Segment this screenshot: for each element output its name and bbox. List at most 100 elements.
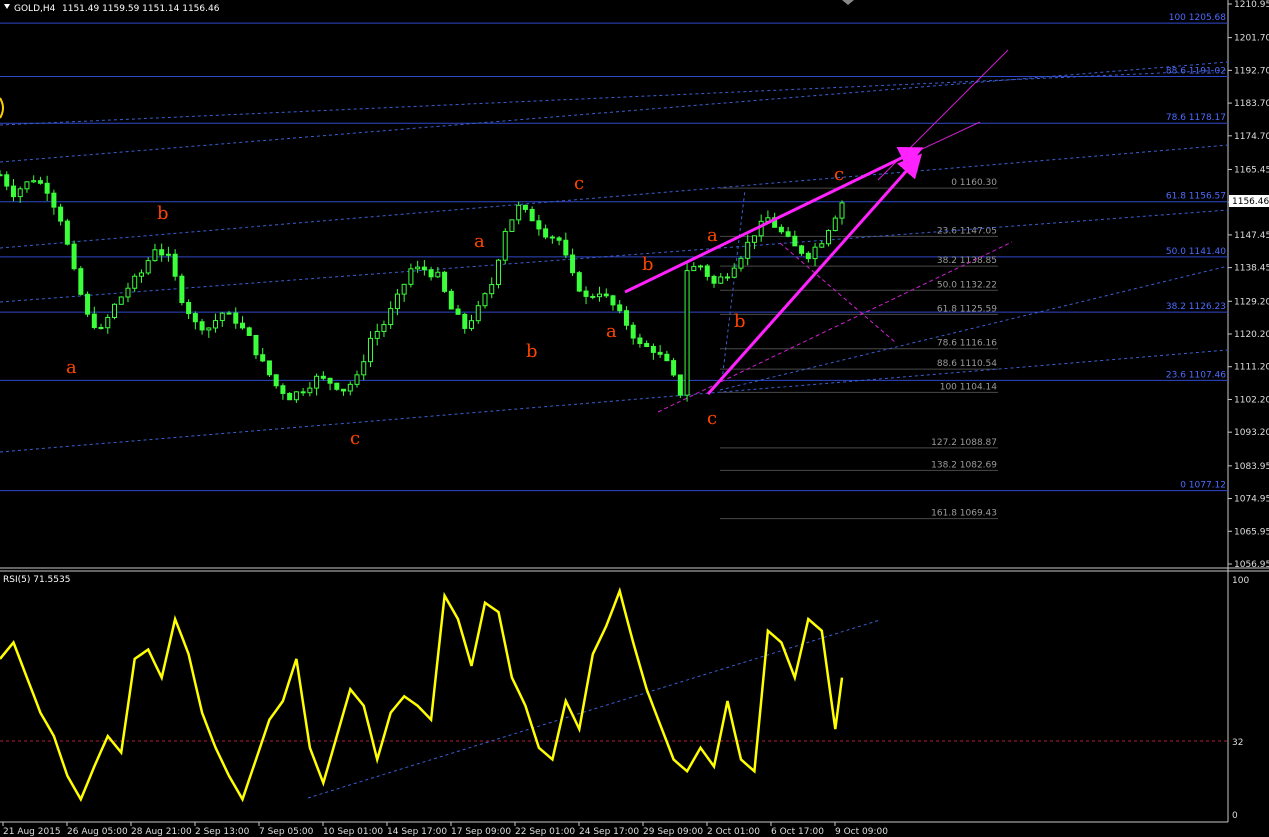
candle-body [98, 326, 104, 329]
candle-body [219, 312, 225, 322]
fib-expansion-label: 50.0 1132.22 [937, 280, 997, 290]
candle-body [199, 321, 205, 331]
rsi-tick-100: 100 [1232, 576, 1249, 586]
wave-label: a [606, 321, 617, 342]
candle-body [826, 230, 832, 245]
fib-level-label: 0 1077.12 [1180, 481, 1226, 491]
candle-body [239, 322, 245, 329]
candle-body [657, 351, 663, 355]
rsi-tick-0: 0 [1232, 811, 1238, 821]
candle-body [758, 220, 764, 237]
candle-body [112, 303, 118, 318]
candle-body [4, 174, 10, 187]
price-tick-label: 1201.70 [1234, 34, 1269, 44]
candle-body [489, 284, 495, 295]
candle-body [44, 182, 50, 194]
fib-level-label: 78.6 1178.17 [1166, 113, 1226, 123]
candle-body [610, 295, 616, 306]
fib-level-label: 38.2 1126.23 [1166, 302, 1226, 312]
candle-body [799, 245, 805, 254]
candle-body [543, 228, 549, 238]
candle-body [105, 316, 111, 329]
candle-body [671, 360, 677, 376]
candle-body [805, 252, 811, 260]
candle-body [812, 246, 818, 260]
price-tick-label: 1192.70 [1234, 66, 1269, 76]
current-price-label: 1156.46 [1232, 197, 1269, 207]
ohlc-values: 1151.49 1159.59 1151.14 1156.46 [62, 4, 220, 14]
candle-body [630, 324, 636, 339]
candle-body [603, 293, 609, 297]
candle-body [118, 296, 124, 305]
candle-body [172, 253, 178, 277]
price-tick-label: 1174.70 [1234, 132, 1269, 142]
candle-body [78, 268, 84, 295]
price-tick-label: 1165.45 [1234, 165, 1269, 175]
rsi-title: RSI(5) 71.5535 [3, 575, 70, 585]
wave-label: b [642, 254, 654, 275]
candle-body [280, 385, 286, 394]
candle-body [374, 330, 380, 339]
price-tick-label: 1065.95 [1234, 527, 1269, 537]
candle-body [381, 324, 387, 332]
candle-body [293, 391, 299, 401]
candle-body [37, 180, 43, 184]
wave-label: b [526, 341, 538, 362]
time-tick-label: 26 Aug 05:00 [67, 827, 128, 837]
rsi-tick-32: 32 [1232, 738, 1243, 748]
wave-label: a [66, 357, 77, 378]
candle-body [273, 374, 279, 387]
wave-label: b [157, 203, 169, 224]
candle-body [522, 204, 528, 210]
candle-body [165, 253, 171, 256]
candle-body [71, 243, 77, 270]
time-tick-label: 9 Oct 09:00 [835, 827, 888, 837]
wave-label: c [834, 164, 844, 185]
candle-body [260, 354, 266, 362]
candle-body [482, 293, 488, 307]
price-tick-label: 1093.20 [1234, 428, 1269, 438]
candle-body [570, 254, 576, 274]
symbol-label: GOLD,H4 [14, 4, 56, 14]
candle-body [31, 180, 37, 183]
fib-level-label: 100 1205.68 [1169, 13, 1227, 23]
candle-body [246, 327, 252, 336]
time-tick-label: 29 Sep 09:00 [643, 827, 703, 837]
fib-expansion-label: 0 1160.30 [951, 178, 997, 188]
candle-body [509, 219, 515, 232]
candle-body [179, 275, 185, 304]
candle-body [226, 312, 232, 315]
time-tick-label: 28 Aug 21:00 [131, 827, 192, 837]
candle-body [644, 343, 650, 347]
candle-body [738, 257, 744, 269]
wave-label: a [474, 231, 485, 252]
candle-body [819, 243, 825, 248]
candle-body [448, 290, 454, 310]
price-tick-label: 1147.45 [1234, 231, 1269, 241]
time-tick-label: 6 Oct 17:00 [771, 827, 824, 837]
candle-body [536, 220, 542, 230]
candle-body [435, 271, 441, 278]
candle-body [704, 265, 710, 277]
price-tick-label: 1183.70 [1234, 99, 1269, 109]
candle-body [428, 269, 434, 278]
fib-expansion-label: 161.8 1069.43 [931, 509, 997, 519]
chart-area[interactable]: 100 1205.68 88.6 1191.02 78.6 1178.17 61.8 … [0, 0, 1269, 837]
candle-body [549, 236, 555, 239]
candle-body [334, 382, 340, 390]
price-tick-label: 1083.95 [1234, 462, 1269, 472]
candle-body [314, 375, 320, 389]
candle-body [677, 374, 683, 396]
candle-body [388, 308, 394, 326]
candle-body [583, 290, 589, 297]
price-tick-label: 1210.95 [1234, 0, 1269, 10]
candle-body [455, 308, 461, 315]
fib-level-label: 61.8 1156.57 [1166, 192, 1226, 202]
fib-expansion-label: 100 1104.14 [940, 382, 998, 392]
candle-body [792, 235, 798, 247]
price-tick-label: 1102.20 [1234, 395, 1269, 405]
candle-body [138, 272, 144, 277]
fib-level-label: 88.6 1191.02 [1166, 66, 1226, 76]
fib-expansion-label: 88.6 1110.54 [937, 359, 997, 369]
chart-background [0, 0, 1269, 837]
